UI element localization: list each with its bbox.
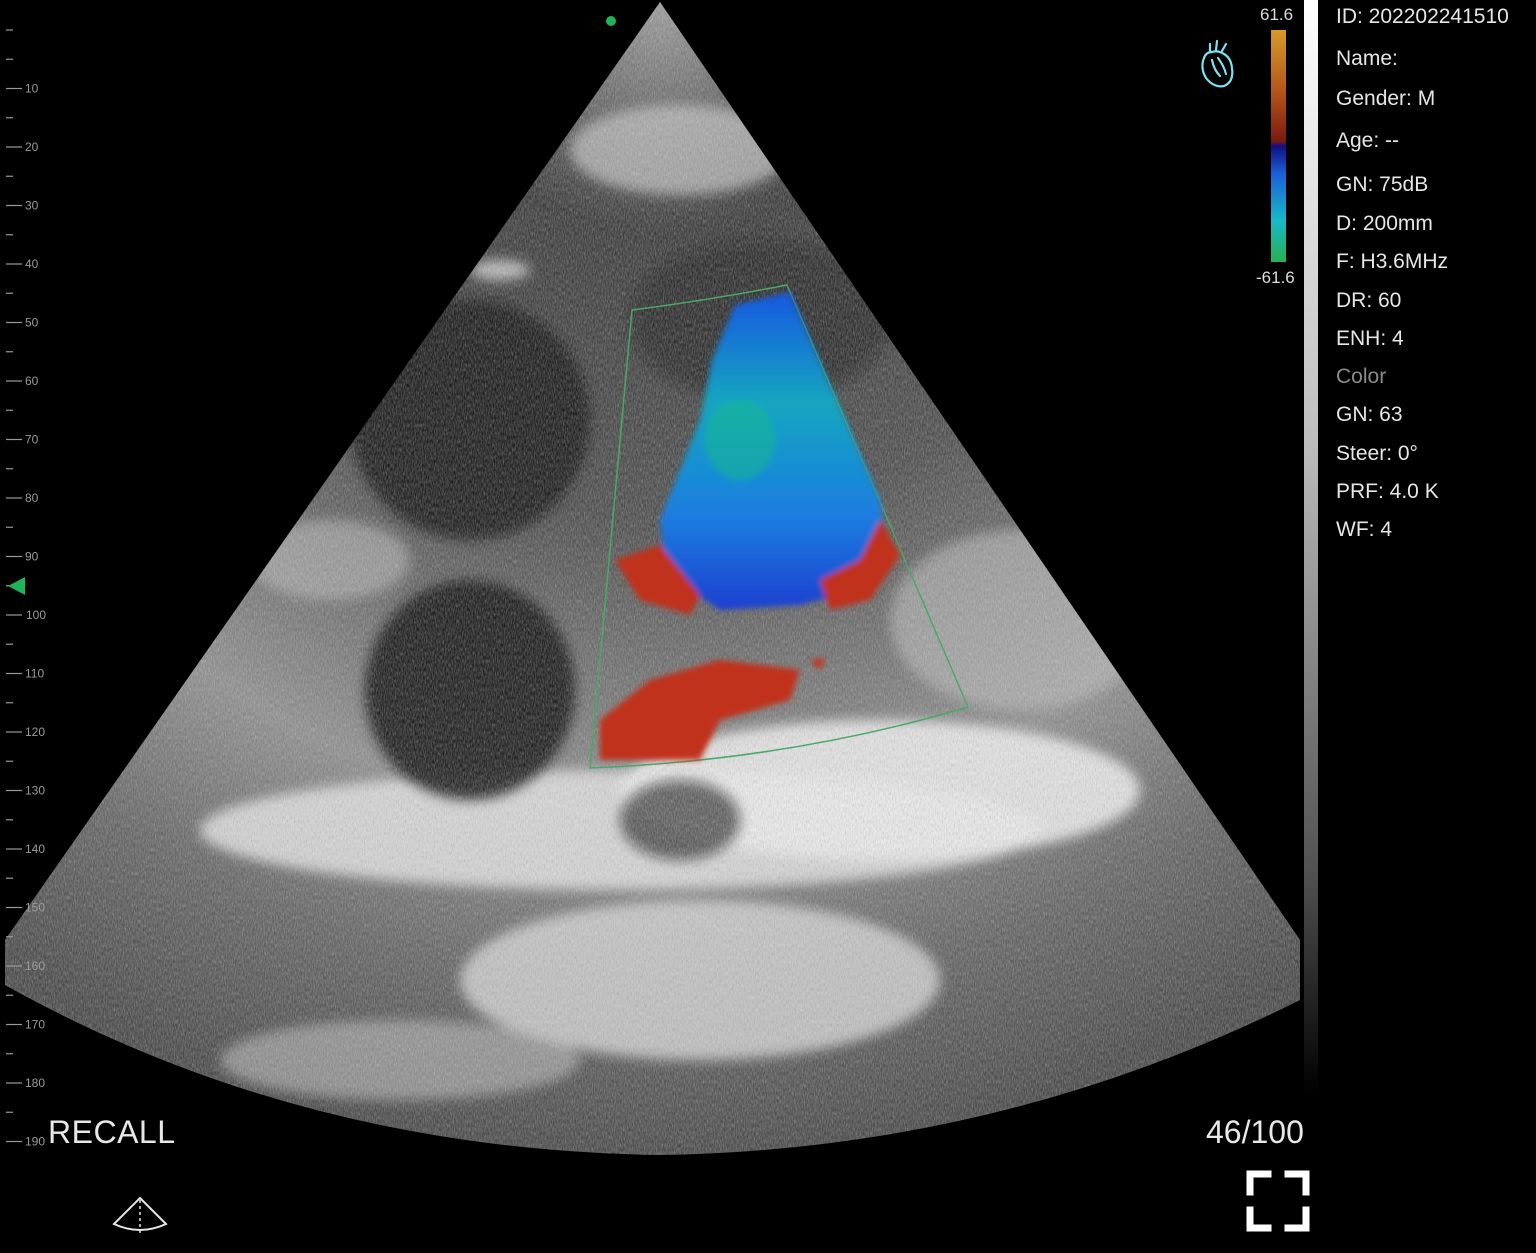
patient-gender: Gender: M — [1336, 87, 1436, 110]
depth-label: 150 — [25, 901, 45, 915]
depth-label: 60 — [25, 374, 39, 388]
ultrasound-sector — [5, 2, 1300, 1155]
depth-label: 160 — [25, 959, 45, 973]
depth-label: 90 — [25, 550, 39, 564]
focus-marker-icon[interactable] — [7, 576, 27, 596]
depth-label: 190 — [25, 1135, 45, 1149]
depth-label: 70 — [25, 433, 39, 447]
depth-label: 130 — [25, 784, 45, 798]
frame-counter: 46/100 — [1206, 1114, 1304, 1150]
colorbar-min-label: -61.6 — [1256, 268, 1295, 287]
depth-label: 80 — [25, 491, 39, 505]
depth-label: 30 — [25, 199, 39, 213]
grayscale-map-bar — [1304, 0, 1318, 1095]
prf-value: PRF: 4.0 K — [1336, 480, 1439, 503]
patient-age: Age: -- — [1336, 129, 1400, 152]
fullscreen-icon — [1246, 1170, 1310, 1232]
depth-label: 180 — [25, 1076, 45, 1090]
wall-filter-value: WF: 4 — [1336, 518, 1392, 541]
orientation-dot-icon — [606, 16, 616, 26]
depth-label: 50 — [25, 316, 39, 330]
depth-label: 110 — [25, 667, 44, 681]
depth-label: 10 — [25, 82, 39, 96]
patient-name: Name: — [1336, 47, 1398, 70]
colorbar-max-label: 61.6 — [1260, 5, 1294, 24]
depth-label: 20 — [25, 140, 39, 154]
patient-id: ID: 202202241510 — [1336, 5, 1509, 28]
color-gain-value: GN: 63 — [1336, 403, 1403, 426]
color-section-header: Color — [1336, 365, 1387, 388]
depth-value: D: 200mm — [1336, 212, 1433, 235]
depth-label: 170 — [25, 1018, 45, 1032]
ultrasound-image: 10 20 30 40 50 60 70 80 90 100 110 120 130 140 150 160 1… — [5, 2, 1300, 1155]
fullscreen-button[interactable] — [1246, 1170, 1310, 1232]
depth-label: 140 — [25, 842, 45, 856]
gain-value: GN: 75dB — [1336, 173, 1429, 196]
steer-value: Steer: 0° — [1336, 442, 1418, 465]
heart-preset-icon[interactable] — [1196, 38, 1238, 92]
depth-label: 100 — [26, 608, 46, 622]
color-velocity-bar — [1271, 30, 1286, 262]
recall-label[interactable]: RECALL — [48, 1114, 176, 1151]
frequency-value: F: H3.6MHz — [1336, 250, 1449, 273]
probe-sector-icon[interactable] — [110, 1194, 170, 1238]
depth-label: 40 — [25, 257, 39, 271]
dynamic-range-value: DR: 60 — [1336, 289, 1402, 312]
enhancement-value: ENH: 4 — [1336, 327, 1404, 350]
depth-label: 120 — [25, 725, 45, 739]
